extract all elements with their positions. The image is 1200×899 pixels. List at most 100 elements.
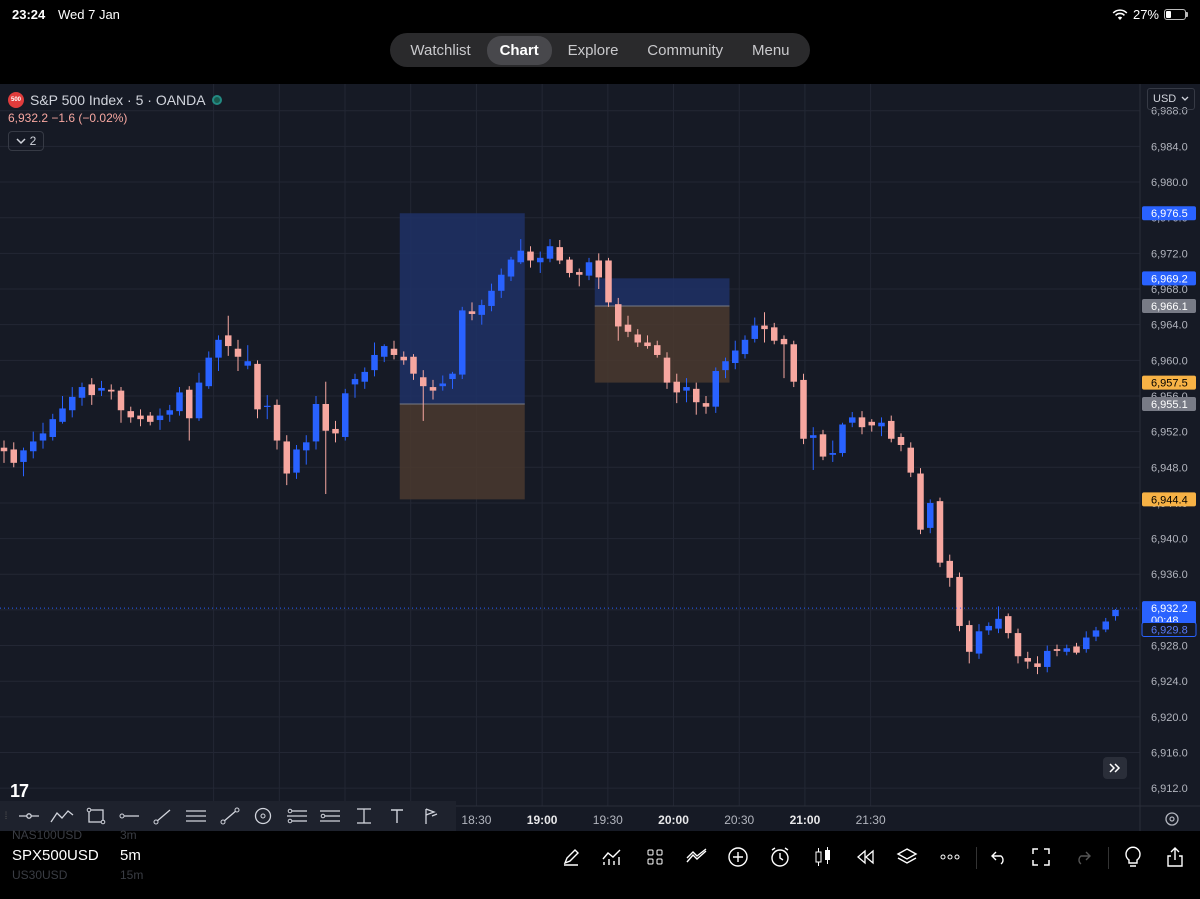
y-tick-label: 6,928.0 xyxy=(1151,641,1188,653)
candle-body xyxy=(566,259,573,273)
line-icon[interactable] xyxy=(213,801,247,831)
layers-icon[interactable] xyxy=(892,842,922,872)
price-tag-label: 6,976.5 xyxy=(1151,208,1188,220)
candle-body xyxy=(59,408,66,422)
share-icon[interactable] xyxy=(1160,842,1190,872)
bottom-toolbar: NAS100USD 3m SPX500USD 5m US30USD 15m xyxy=(0,828,1200,899)
more-icon[interactable] xyxy=(935,842,965,872)
x-tick-label: 21:30 xyxy=(856,813,886,827)
candle-body xyxy=(1073,646,1080,653)
tab-explore[interactable]: Explore xyxy=(555,36,632,65)
candle-body xyxy=(244,361,251,366)
long-position-icon[interactable] xyxy=(314,801,348,831)
battery-icon xyxy=(1164,9,1188,20)
candle-body xyxy=(293,449,300,473)
symbol-prev[interactable]: NAS100USD xyxy=(12,828,82,842)
wifi-icon xyxy=(1112,8,1128,20)
candle-body xyxy=(195,382,203,419)
candle-body xyxy=(361,371,368,382)
trend-line-icon[interactable] xyxy=(146,801,180,831)
candle-body xyxy=(634,334,641,343)
polyline-icon[interactable] xyxy=(46,801,80,831)
interval-prev[interactable]: 3m xyxy=(120,828,137,842)
tab-community[interactable]: Community xyxy=(634,36,736,65)
symbol-header[interactable]: 500 S&P 500 Index · 5 · OANDA xyxy=(8,92,222,108)
drag-handle-icon[interactable]: ⁞ xyxy=(0,811,12,822)
candle-body xyxy=(312,403,320,442)
candle-body xyxy=(429,387,437,391)
y-tick-label: 6,952.0 xyxy=(1151,427,1188,439)
candle-body xyxy=(30,441,37,452)
y-tick-label: 6,920.0 xyxy=(1151,712,1188,724)
candle-body xyxy=(936,501,944,563)
symbol-title[interactable]: S&P 500 Index · 5 · OANDA xyxy=(30,92,206,108)
compare-icon[interactable] xyxy=(682,842,712,872)
redo-icon[interactable] xyxy=(1068,842,1098,872)
tradingview-logo: 17 xyxy=(10,781,29,801)
candle-body xyxy=(225,335,232,347)
candle-body xyxy=(205,357,212,387)
circle-icon[interactable] xyxy=(247,801,281,831)
symbol-logo: 500 xyxy=(8,92,24,108)
fullscreen-icon[interactable] xyxy=(1026,842,1056,872)
candle-body xyxy=(839,424,846,454)
candle-body xyxy=(810,435,817,438)
add-icon[interactable] xyxy=(723,842,753,872)
ray-icon[interactable] xyxy=(12,801,46,831)
candle-body xyxy=(985,625,992,631)
chart-area[interactable]: 6,988.06,984.06,980.06,976.06,972.06,968… xyxy=(0,84,1200,831)
price-chart[interactable]: 6,988.06,984.06,980.06,976.06,972.06,968… xyxy=(0,84,1200,831)
candle-body xyxy=(576,272,583,275)
status-time: 23:24 xyxy=(12,7,46,22)
candle-body xyxy=(49,419,56,437)
price-tag-label: 6,955.1 xyxy=(1151,399,1188,411)
layout-icon[interactable] xyxy=(640,842,670,872)
candle-body xyxy=(966,625,973,652)
indicators-icon[interactable] xyxy=(597,842,627,872)
candle-body xyxy=(956,576,963,626)
candle-body xyxy=(849,417,856,423)
draw-icon[interactable] xyxy=(556,842,586,872)
rectangle-icon[interactable] xyxy=(79,801,113,831)
tab-watchlist[interactable]: Watchlist xyxy=(397,36,483,65)
currency-select[interactable]: USD xyxy=(1147,88,1195,110)
symbol-selector[interactable]: SPX500USD xyxy=(12,847,99,864)
interval-selector[interactable]: 5m xyxy=(120,847,141,864)
candle-body xyxy=(829,453,836,455)
text-icon[interactable] xyxy=(381,801,415,831)
candle-body xyxy=(1063,648,1070,652)
fib-icon[interactable] xyxy=(347,801,381,831)
top-navigation: Watchlist Chart Explore Community Menu xyxy=(390,33,810,67)
alarm-icon[interactable] xyxy=(765,842,795,872)
tab-menu[interactable]: Menu xyxy=(739,36,803,65)
price-change: 6,932.2 −1.6 (−0.02%) xyxy=(8,111,128,125)
candle-body xyxy=(712,371,719,407)
candle-type-icon[interactable] xyxy=(808,842,838,872)
candle-body xyxy=(108,389,115,392)
symbol-next[interactable]: US30USD xyxy=(12,868,67,882)
undo-icon[interactable] xyxy=(984,842,1014,872)
candle-body xyxy=(605,260,612,303)
replay-icon[interactable] xyxy=(850,842,880,872)
scroll-to-realtime-button[interactable] xyxy=(1103,757,1127,779)
candle-body xyxy=(117,390,125,411)
candle-body xyxy=(303,442,310,451)
candle-body xyxy=(88,384,95,396)
candle-body xyxy=(527,251,534,261)
y-tick-label: 6,984.0 xyxy=(1151,141,1188,153)
candle-body xyxy=(1083,637,1090,650)
indicators-toggle-button[interactable]: 2 xyxy=(8,131,44,151)
candle-body xyxy=(176,392,183,412)
y-tick-label: 6,948.0 xyxy=(1151,462,1188,474)
candle-body xyxy=(800,379,807,439)
anchor-icon[interactable] xyxy=(414,801,448,831)
candle-body xyxy=(381,346,388,357)
candle-body xyxy=(390,348,398,355)
candle-body xyxy=(234,348,242,357)
regression-icon[interactable] xyxy=(280,801,314,831)
horizontal-line-icon[interactable] xyxy=(113,801,147,831)
idea-icon[interactable] xyxy=(1118,842,1148,872)
parallel-channel-icon[interactable] xyxy=(180,801,214,831)
tab-chart[interactable]: Chart xyxy=(486,35,552,65)
interval-next[interactable]: 15m xyxy=(120,868,143,882)
